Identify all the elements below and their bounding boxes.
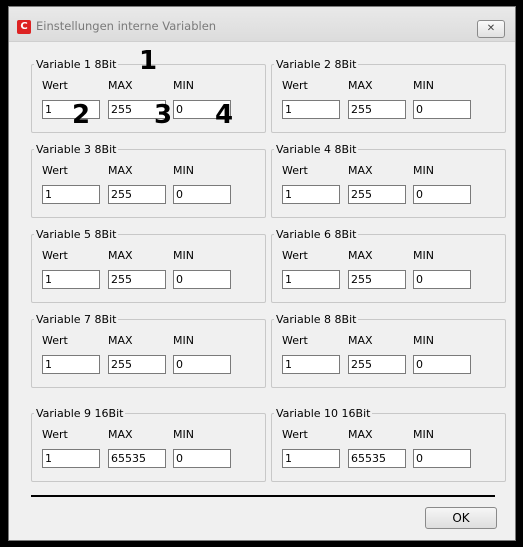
app-icon: C	[17, 20, 31, 34]
max-label: MAX	[348, 249, 373, 262]
wert-label: Wert	[42, 249, 68, 262]
wert-input[interactable]: 1	[282, 270, 340, 289]
wert-label: Wert	[282, 428, 308, 441]
max-input[interactable]: 255	[108, 355, 166, 374]
min-input[interactable]: 0	[413, 270, 471, 289]
variable-group-10: Variable 10 16Bit Wert MAX MIN 1 65535 0	[271, 407, 506, 482]
min-label: MIN	[413, 428, 434, 441]
wert-input[interactable]: 1	[282, 185, 340, 204]
max-label: MAX	[108, 79, 133, 92]
wert-label: Wert	[42, 79, 68, 92]
variable-group-6: Variable 6 8Bit Wert MAX MIN 1 255 0	[271, 228, 506, 303]
max-input[interactable]: 255	[348, 355, 406, 374]
min-input[interactable]: 0	[173, 270, 231, 289]
variable-group-3: Variable 3 8Bit Wert MAX MIN 1 255 0	[31, 143, 266, 218]
max-label: MAX	[108, 249, 133, 262]
min-label: MIN	[173, 164, 194, 177]
max-label: MAX	[348, 79, 373, 92]
max-label: MAX	[348, 164, 373, 177]
annotation-1: 1	[139, 46, 158, 76]
group-legend: Variable 10 16Bit	[276, 407, 371, 420]
max-input[interactable]: 255	[108, 270, 166, 289]
variable-group-5: Variable 5 8Bit Wert MAX MIN 1 255 0	[31, 228, 266, 303]
min-label: MIN	[173, 334, 194, 347]
min-label: MIN	[413, 79, 434, 92]
wert-label: Wert	[282, 334, 308, 347]
max-label: MAX	[348, 428, 373, 441]
group-legend: Variable 8 8Bit	[276, 313, 357, 326]
min-input[interactable]: 0	[413, 185, 471, 204]
wert-input[interactable]: 1	[282, 100, 340, 119]
min-input[interactable]: 0	[413, 449, 471, 468]
wert-input[interactable]: 1	[42, 449, 100, 468]
wert-input[interactable]: 1	[282, 449, 340, 468]
annotation-3: 3	[154, 100, 173, 130]
close-icon: ✕	[486, 23, 496, 34]
wert-input[interactable]: 1	[282, 355, 340, 374]
min-label: MIN	[173, 79, 194, 92]
min-label: MIN	[173, 428, 194, 441]
wert-label: Wert	[282, 164, 308, 177]
settings-dialog: C Einstellungen interne Variablen ✕ Vari…	[8, 6, 516, 541]
max-input[interactable]: 255	[348, 100, 406, 119]
group-legend: Variable 7 8Bit	[36, 313, 117, 326]
annotation-2: 2	[72, 100, 91, 130]
group-legend: Variable 1 8Bit	[36, 58, 117, 71]
ok-button[interactable]: OK	[425, 507, 497, 529]
max-input[interactable]: 255	[108, 185, 166, 204]
group-legend: Variable 2 8Bit	[276, 58, 357, 71]
title-bar[interactable]: C Einstellungen interne Variablen ✕	[9, 7, 515, 42]
max-input[interactable]: 65535	[108, 449, 166, 468]
min-label: MIN	[173, 249, 194, 262]
max-input[interactable]: 65535	[348, 449, 406, 468]
group-legend: Variable 5 8Bit	[36, 228, 117, 241]
wert-label: Wert	[42, 428, 68, 441]
wert-label: Wert	[42, 334, 68, 347]
wert-input[interactable]: 1	[42, 270, 100, 289]
min-input[interactable]: 0	[413, 355, 471, 374]
min-input[interactable]: 0	[173, 185, 231, 204]
min-label: MIN	[413, 164, 434, 177]
wert-label: Wert	[282, 249, 308, 262]
group-legend: Variable 3 8Bit	[36, 143, 117, 156]
max-input[interactable]: 255	[348, 270, 406, 289]
variable-group-2: Variable 2 8Bit Wert MAX MIN 1 255 0	[271, 58, 506, 133]
variable-group-9: Variable 9 16Bit Wert MAX MIN 1 65535 0	[31, 407, 266, 482]
max-label: MAX	[108, 428, 133, 441]
wert-input[interactable]: 1	[42, 355, 100, 374]
separator-line	[31, 495, 495, 497]
variable-group-4: Variable 4 8Bit Wert MAX MIN 1 255 0	[271, 143, 506, 218]
max-label: MAX	[108, 164, 133, 177]
min-label: MIN	[413, 249, 434, 262]
wert-label: Wert	[282, 79, 308, 92]
max-label: MAX	[108, 334, 133, 347]
max-input[interactable]: 255	[348, 185, 406, 204]
group-legend: Variable 9 16Bit	[36, 407, 124, 420]
max-label: MAX	[348, 334, 373, 347]
wert-input[interactable]: 1	[42, 100, 100, 119]
wert-label: Wert	[42, 164, 68, 177]
variable-group-8: Variable 8 8Bit Wert MAX MIN 1 255 0	[271, 313, 506, 388]
window-title: Einstellungen interne Variablen	[36, 19, 217, 33]
group-legend: Variable 6 8Bit	[276, 228, 357, 241]
min-input[interactable]: 0	[413, 100, 471, 119]
min-input[interactable]: 0	[173, 449, 231, 468]
min-label: MIN	[413, 334, 434, 347]
group-legend: Variable 4 8Bit	[276, 143, 357, 156]
min-input[interactable]: 0	[173, 355, 231, 374]
annotation-4: 4	[215, 100, 234, 130]
wert-input[interactable]: 1	[42, 185, 100, 204]
close-button[interactable]: ✕	[477, 20, 505, 38]
variable-group-7: Variable 7 8Bit Wert MAX MIN 1 255 0	[31, 313, 266, 388]
